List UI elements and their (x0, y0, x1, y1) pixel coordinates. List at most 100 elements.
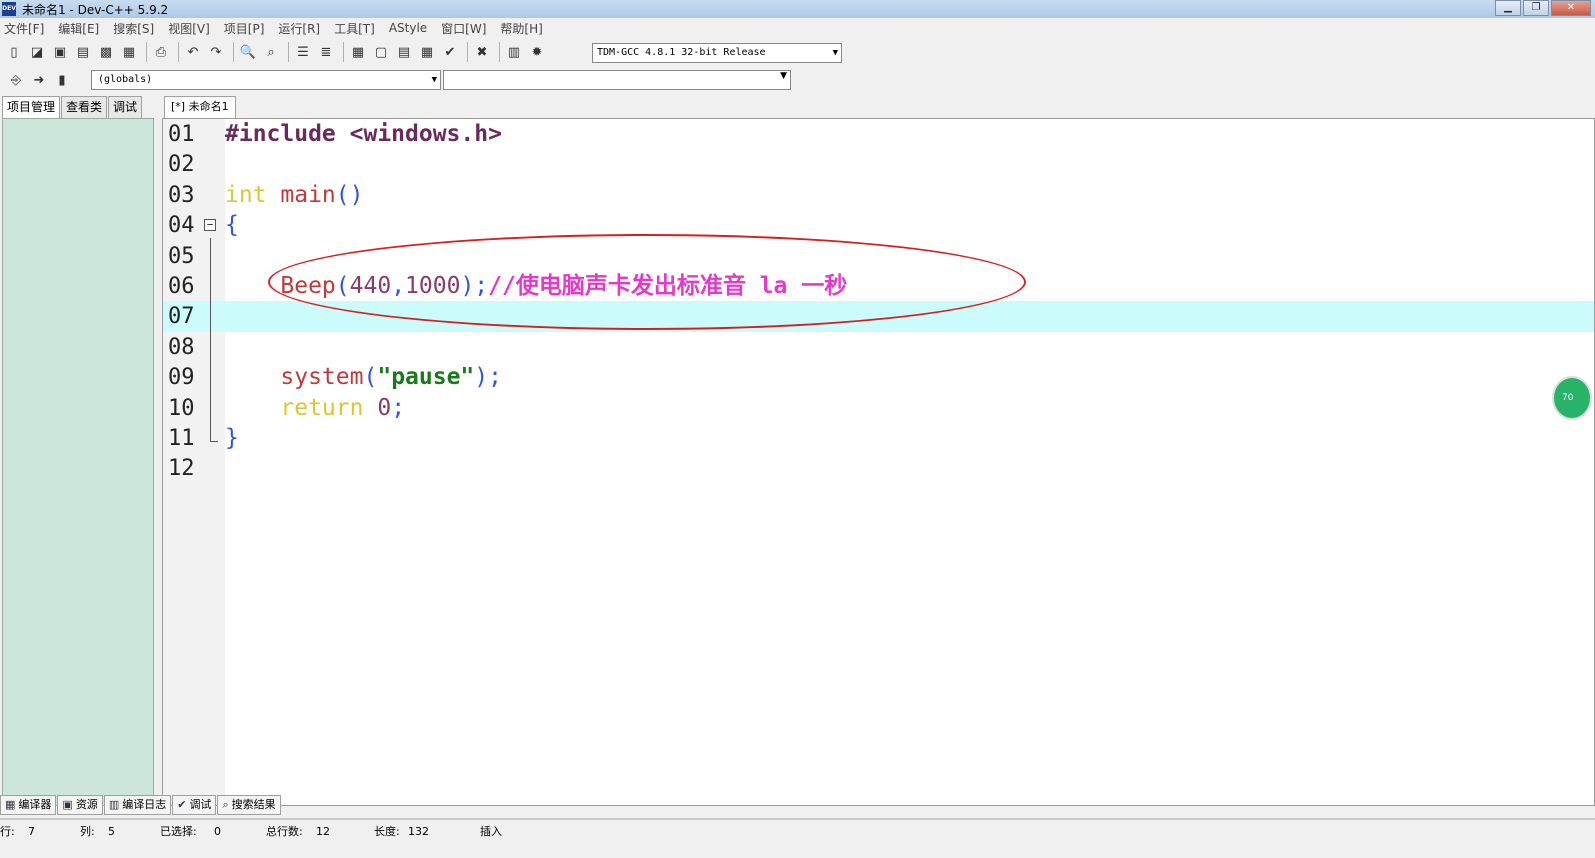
status-selected-value: 0 (214, 825, 221, 838)
compile-run-icon[interactable]: ▤ (394, 42, 414, 62)
stop-icon[interactable]: ✖ (472, 42, 492, 62)
code-line[interactable]: 10 return 0; (163, 393, 1594, 424)
check-icon: ✔ (177, 798, 187, 811)
grid-icon: ▦ (5, 798, 16, 811)
bookmark-icon[interactable]: ▮ (52, 70, 72, 90)
indent-icon[interactable]: ☰ (293, 42, 313, 62)
panel-divider (0, 818, 1595, 820)
menu-edit[interactable]: 编辑[E] (58, 20, 99, 37)
menu-window[interactable]: 窗口[W] (441, 20, 486, 37)
tab-search-results-label: 搜索结果 (231, 798, 276, 811)
maximize-button[interactable]: ❐ (1523, 0, 1549, 16)
code-text: } (225, 423, 239, 454)
close-all-icon[interactable]: ▦ (119, 42, 139, 62)
tab-classes[interactable]: 查看类 (61, 96, 108, 118)
menu-search[interactable]: 搜索[S] (113, 20, 154, 37)
bottom-panel-tabs: ▦ 编译器 ▣ 资源 ▥ 编译日志 ✔ 调试 ⌕ 搜索结果 (0, 794, 1595, 816)
menu-help[interactable]: 帮助[H] (500, 20, 542, 37)
menu-astyle[interactable]: AStyle (389, 21, 427, 35)
code-editor[interactable]: 01 #include <windows.h> 02 03 int main() 04−{… (162, 118, 1595, 806)
tab-compile-log[interactable]: ▥ 编译日志 (103, 795, 172, 815)
project-panel (2, 118, 154, 806)
code-token: "pause" (377, 364, 475, 391)
tab-resources[interactable]: ▣ 资源 (57, 795, 103, 815)
tab-project[interactable]: 项目管理 (2, 96, 61, 118)
globals-select[interactable]: (globals) ▼ (91, 70, 441, 90)
code-token: return (225, 394, 364, 421)
redo-icon[interactable]: ↷ (206, 42, 226, 62)
status-total-value: 12 (316, 825, 330, 838)
code-line[interactable]: 08 (163, 332, 1594, 363)
menu-run[interactable]: 运行[R] (278, 20, 320, 37)
code-line[interactable]: 01 #include <windows.h> (163, 119, 1594, 150)
code-text: #include <windows.h> (225, 119, 502, 150)
code-line[interactable]: 04−{ (163, 210, 1594, 241)
code-token: ( (335, 273, 350, 299)
compiler-select[interactable]: TDM-GCC 4.8.1 32-bit Release ▼ (592, 43, 842, 63)
rebuild-icon[interactable]: ▦ (417, 42, 437, 62)
code-line[interactable]: 02 (163, 149, 1594, 180)
toolbar-divider (178, 42, 179, 62)
menu-project[interactable]: 项目[P] (224, 20, 265, 37)
code-token: int (225, 181, 267, 208)
insert-icon[interactable]: ⎆ (6, 70, 26, 90)
fold-guide-end (210, 441, 218, 442)
save-all-icon[interactable]: ▤ (73, 42, 93, 62)
code-line[interactable]: 03 int main() (163, 180, 1594, 211)
menu-file[interactable]: 文件[F] (4, 20, 44, 37)
code-token: 440 (349, 273, 392, 299)
save-icon[interactable]: ▣ (50, 42, 70, 62)
status-length-value: 132 (408, 825, 429, 838)
run-icon[interactable]: ▢ (371, 42, 391, 62)
code-token: ); (474, 364, 502, 391)
close-button[interactable]: ✕ (1551, 0, 1591, 16)
search-icon: ⌕ (222, 798, 229, 811)
line-number: 01 (168, 122, 195, 147)
close-file-icon[interactable]: ▩ (96, 42, 116, 62)
line-number: 05 (168, 243, 195, 269)
minimize-button[interactable]: ▁ (1495, 0, 1521, 16)
status-row-label: 行: (0, 825, 15, 838)
profile-icon[interactable]: ▥ (504, 42, 524, 62)
find-icon[interactable]: 🔍 (238, 42, 258, 62)
side-badge[interactable]: 70 (1552, 376, 1592, 420)
tab-debug-output-label: 调试 (189, 798, 212, 811)
undo-icon[interactable]: ↶ (183, 42, 203, 62)
line-number: 08 (168, 334, 195, 360)
status-col-value: 5 (108, 825, 115, 838)
code-token: ( (363, 364, 378, 391)
code-line[interactable]: 07 (163, 301, 1594, 333)
line-number: 02 (168, 152, 195, 178)
code-line[interactable]: 05 (163, 241, 1594, 272)
print-icon[interactable]: ⎙ (151, 42, 171, 62)
goto-icon[interactable]: ➜ (29, 70, 49, 90)
status-total-label: 总行数: (266, 825, 303, 838)
line-number: 11 (168, 426, 195, 451)
editor-tab-untitled1[interactable]: [*] 未命名1 (164, 96, 236, 118)
menu-tools[interactable]: 工具[T] (334, 20, 375, 37)
line-number: 03 (168, 182, 195, 208)
syntax-check-icon[interactable]: ✔ (440, 42, 460, 62)
code-text: { (225, 210, 239, 241)
delete-profile-icon[interactable]: ✹ (527, 42, 547, 62)
window-title: 未命名1 - Dev-C++ 5.9.2 (22, 2, 169, 17)
replace-icon[interactable]: ⌕ (261, 42, 281, 62)
fold-toggle-icon[interactable]: − (204, 219, 216, 232)
code-line[interactable]: 11} (163, 423, 1594, 454)
code-line[interactable]: 06 Beep(440,1000);//使电脑声卡发出标准音 la 一秒 (163, 271, 1594, 302)
code-line[interactable]: 12 (163, 453, 1594, 484)
new-file-icon[interactable]: ▯ (4, 42, 24, 62)
compile-icon[interactable]: ▦ (348, 42, 368, 62)
code-line[interactable]: 09 system("pause"); (163, 362, 1594, 393)
toolbar-divider (499, 42, 500, 62)
menu-view[interactable]: 视图[V] (168, 20, 210, 37)
tab-compiler[interactable]: ▦ 编译器 (0, 795, 57, 815)
open-file-icon[interactable]: ◪ (27, 42, 47, 62)
members-select[interactable]: ▼ (443, 70, 791, 90)
line-number: 07 (168, 304, 195, 330)
chevron-down-icon: ▼ (431, 75, 437, 85)
tab-search-results[interactable]: ⌕ 搜索结果 (217, 795, 281, 815)
tab-debug[interactable]: 调试 (108, 96, 143, 118)
tab-debug-output[interactable]: ✔ 调试 (172, 795, 217, 815)
unindent-icon[interactable]: ≣ (316, 42, 336, 62)
